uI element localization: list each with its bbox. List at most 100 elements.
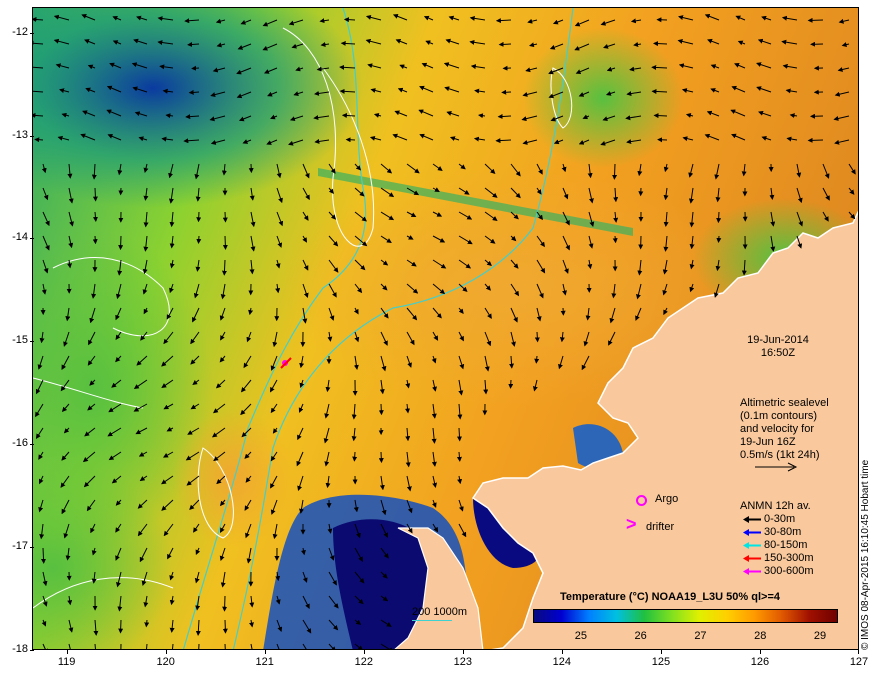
anmn-legend-item: 80-150m: [740, 539, 850, 552]
longitude-tick-label: 126: [750, 656, 770, 668]
anmn-legend-label: 300-600m: [764, 565, 814, 577]
current-vector-arrow: [807, 17, 824, 23]
colorbar-tick-label: 29: [813, 630, 827, 642]
current-vector-arrow: [508, 379, 514, 389]
anmn-legend: ANMN 12h av. 0-30m 30-80m 80-150m 150-300m 3…: [740, 500, 850, 578]
current-vector-arrow: [224, 643, 226, 649]
latitude-tick-label: -17: [12, 540, 28, 553]
observation-datetime: 19-Jun-2014 16:50Z: [728, 334, 828, 360]
left-arrow-icon: [743, 516, 761, 523]
colorbar-tick-label: 28: [754, 630, 767, 642]
current-vector-arrow: [222, 235, 228, 250]
current-vector-arrow: [807, 137, 824, 143]
current-vector-arrow: [118, 619, 124, 634]
left-arrow-icon: [743, 542, 761, 549]
altimetry-line: and velocity for: [740, 423, 814, 435]
current-vector-arrow: [716, 211, 722, 224]
longitude-tick-mark: [759, 650, 761, 654]
latitude-tick-mark: [30, 238, 34, 240]
anmn-legend-item: 30-80m: [740, 526, 850, 539]
latitude-tick-mark: [30, 341, 34, 343]
colorbar-tick-label: 26: [634, 630, 647, 642]
current-vector-arrow: [196, 235, 202, 244]
cool-patch: [523, 28, 683, 168]
altimetry-line: 19-Jun 16Z: [740, 436, 796, 448]
altimetry-line: (0.1m contours): [740, 410, 818, 422]
left-arrow-icon: [743, 555, 761, 562]
current-vector-arrow: [716, 235, 722, 243]
longitude-tick-mark: [165, 650, 167, 654]
anmn-legend-item: 0-30m: [740, 513, 850, 526]
left-arrow-icon: [743, 568, 761, 575]
latitude-tick-label: -15: [12, 334, 28, 347]
anmn-legend-item: 300-600m: [740, 565, 850, 578]
current-vector-arrow: [345, 137, 356, 143]
longitude-tick-label: 125: [651, 656, 671, 668]
longitude-tick-label: 123: [453, 656, 472, 668]
current-vector-arrow: [651, 88, 668, 94]
anmn-legend-label: 80-150m: [764, 539, 808, 551]
warm-patch: [173, 408, 293, 548]
latitude-tick-mark: [30, 650, 34, 651]
latitude-tick-label: -12: [12, 25, 28, 38]
current-vector-arrow: [222, 595, 228, 612]
longitude-tick-mark: [858, 650, 859, 654]
current-vector-arrow: [653, 113, 668, 119]
anmn-legend-item: 150-300m: [740, 552, 850, 565]
current-vector-arrow: [196, 211, 202, 223]
current-vector-arrow: [534, 331, 540, 343]
current-vector-arrow: [34, 137, 44, 143]
drifter-chevron-icon: >: [626, 514, 637, 534]
observation-time: 16:50Z: [760, 347, 796, 359]
longitude-tick-label: 120: [156, 656, 175, 668]
current-vector-arrow: [378, 451, 384, 464]
latitude-tick-label: -16: [12, 437, 28, 450]
longitude-tick-mark: [561, 650, 563, 654]
altimetry-note: Altimetric sealevel (0.1m contours) and …: [740, 397, 850, 472]
current-vector-arrow: [343, 17, 356, 23]
current-vector-arrow: [534, 355, 540, 364]
current-vector-arrow: [144, 619, 150, 628]
latitude-tick-label: -18: [12, 643, 28, 655]
isobath-legend-line: [412, 620, 452, 621]
left-arrow-icon: [743, 529, 761, 536]
longitude-tick-label: 124: [552, 656, 572, 668]
current-vector-arrow: [501, 89, 512, 95]
latitude-tick-label: -14: [12, 231, 28, 244]
current-vector-arrow: [41, 547, 47, 564]
latitude-tick-mark: [30, 444, 34, 446]
altimetry-line: Altimetric sealevel: [740, 397, 829, 409]
current-vector-arrow: [222, 619, 228, 634]
current-vector-arrow: [352, 451, 358, 462]
sst-map[interactable]: [32, 7, 859, 650]
current-vector-arrow: [653, 41, 668, 47]
longitude-tick-label: 119: [57, 656, 76, 668]
temperature-colorbar: [533, 609, 838, 623]
anmn-legend-label: 0-30m: [764, 513, 796, 525]
anmn-legend-label: 30-80m: [764, 526, 802, 538]
current-vector-arrow: [497, 113, 512, 119]
copyright-notice: © IMOS 08-Apr-2015 16:10:45 Hobart time: [860, 459, 871, 650]
latitude-tick-mark: [30, 547, 34, 549]
scale-arrow-icon: [755, 462, 798, 472]
longitude-tick-mark: [363, 650, 365, 654]
current-vector-arrow: [498, 41, 512, 47]
altimetry-line: 0.5m/s (1kt 24h): [740, 449, 820, 461]
colorbar-title: Temperature (°C) NOAA19_L3U 50% ql>=4: [560, 591, 780, 603]
longitude-tick-mark: [264, 650, 266, 654]
current-vector-arrow: [188, 89, 200, 95]
isobath-legend-label: 200 1000m: [412, 606, 468, 618]
current-vector-arrow: [221, 259, 227, 276]
current-vector-arrow: [378, 403, 384, 416]
argo-label: Argo: [655, 493, 679, 505]
colorbar-tick-label: 27: [694, 630, 707, 642]
current-vector-arrow: [191, 65, 200, 71]
sst-map-canvas: [33, 8, 858, 649]
current-vector-arrow: [456, 427, 462, 442]
drifter-label: drifter: [646, 521, 675, 533]
longitude-tick-label: 127: [849, 656, 869, 668]
current-vector-arrow: [92, 235, 98, 245]
observation-date: 19-Jun-2014: [747, 334, 809, 346]
anmn-legend-label: 150-300m: [764, 552, 814, 564]
argo-circle-icon: [636, 495, 647, 506]
